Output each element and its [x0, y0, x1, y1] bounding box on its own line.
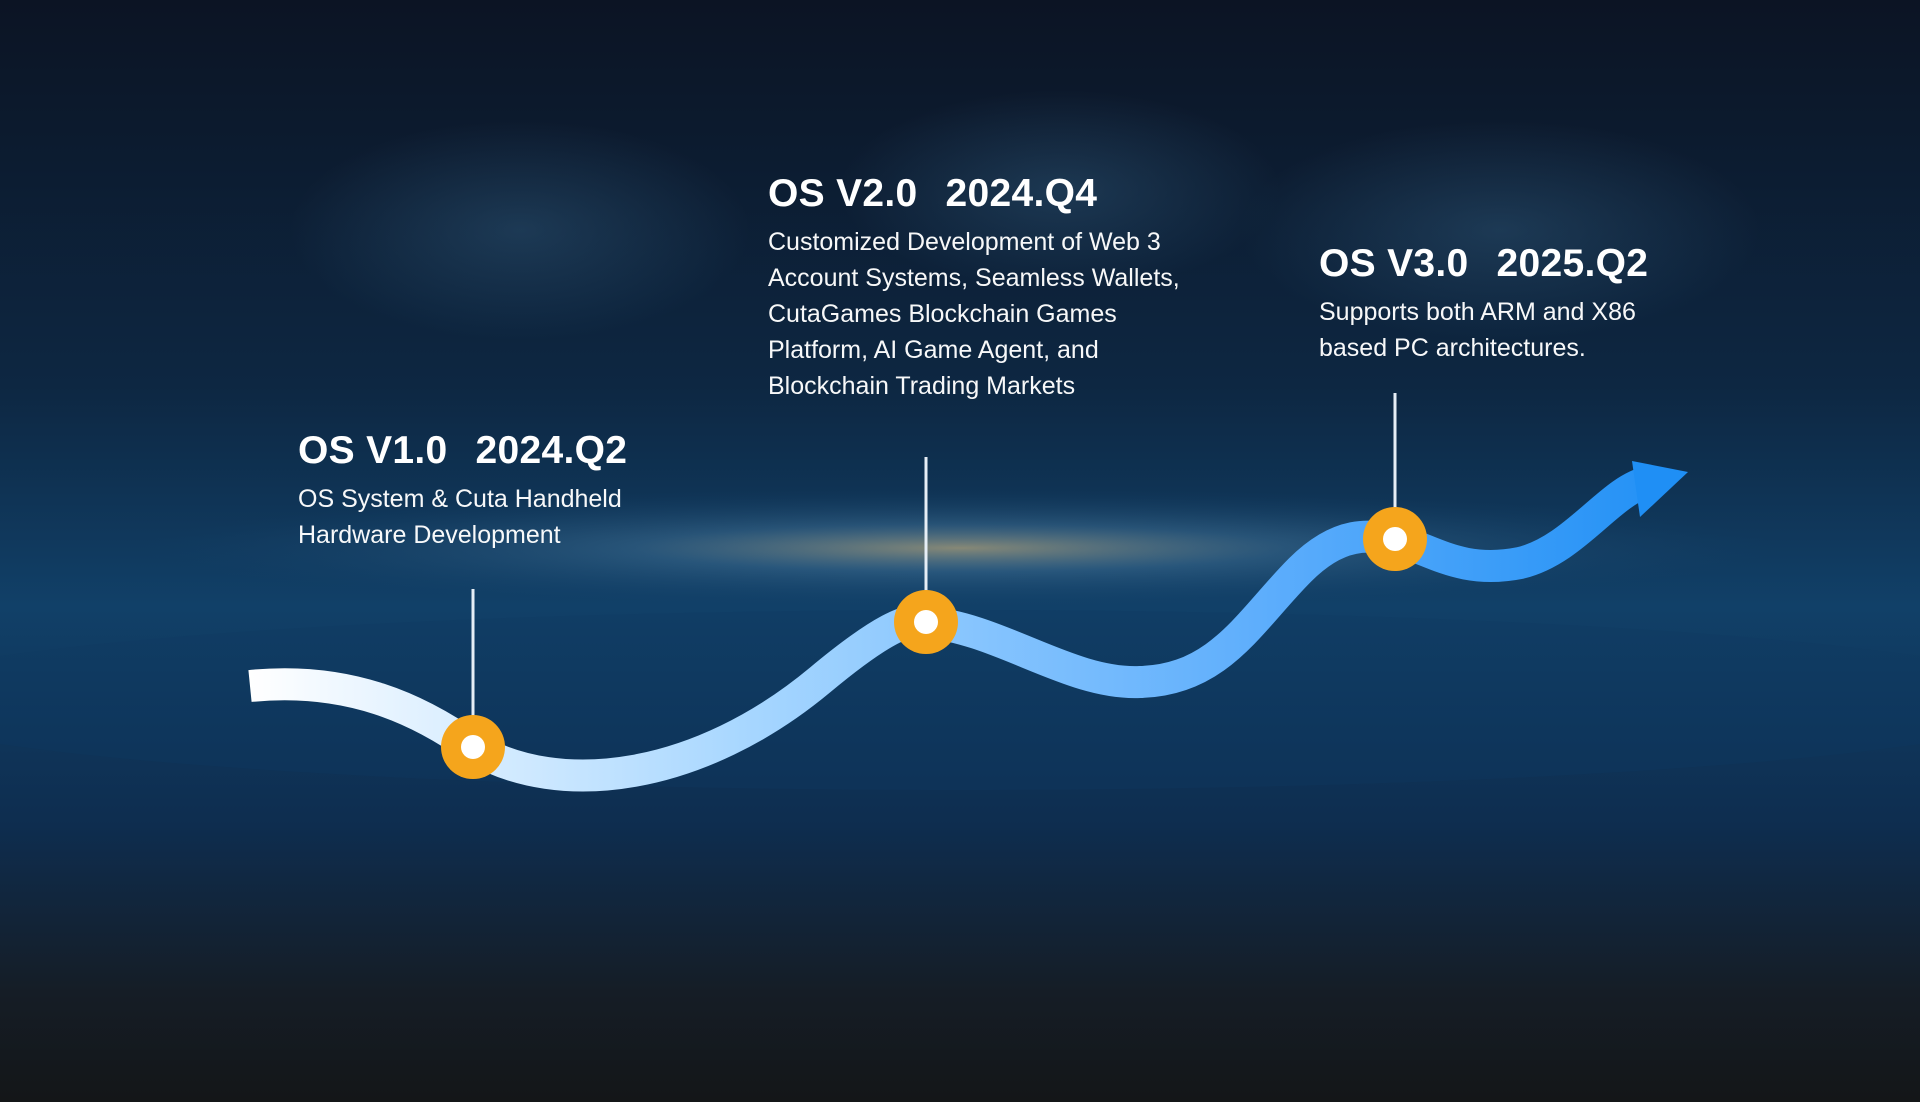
milestone-2: OS V2.0 2024.Q4 Customized Development of …: [768, 172, 1180, 404]
arrow-head-icon: [1632, 461, 1688, 517]
milestone-version: OS V3.0: [1319, 242, 1469, 285]
milestone-description-line: Customized Development of Web 3: [768, 227, 1161, 256]
milestone-description-line: Blockchain Trading Markets: [768, 371, 1076, 400]
milestone-description: OS System & Cuta Handheld Hardware Develo…: [298, 481, 627, 553]
milestone-version: OS V1.0: [298, 429, 448, 472]
milestone-description: Customized Development of Web 3 Account S…: [768, 224, 1180, 404]
milestone-date: 2024.Q4: [945, 172, 1098, 215]
milestone-description-line: Hardware Development: [298, 520, 561, 549]
marker-center-dot: [914, 610, 938, 634]
milestone-description-line: CutaGames Blockchain Games: [768, 299, 1117, 328]
milestone-date: 2024.Q2: [475, 429, 628, 472]
milestone-version: OS V2.0: [768, 172, 918, 215]
milestone-description: Supports both ARM and X86 based PC archit…: [1319, 294, 1648, 366]
milestone-heading: OS V2.0 2024.Q4: [768, 172, 1180, 216]
milestone-description-line: Supports both ARM and X86: [1319, 297, 1636, 326]
milestone-3: OS V3.0 2025.Q2 Supports both ARM and X86 b…: [1319, 242, 1649, 366]
milestone-heading: OS V1.0 2024.Q2: [298, 429, 628, 473]
milestone-date: 2025.Q2: [1496, 242, 1649, 285]
milestone-description-line: Account Systems, Seamless Wallets,: [768, 263, 1180, 292]
marker-center-dot: [1383, 527, 1407, 551]
milestone-description-line: Platform, AI Game Agent, and: [768, 335, 1099, 364]
milestone-heading: OS V3.0 2025.Q2: [1319, 242, 1649, 286]
milestone-description-line: OS System & Cuta Handheld: [298, 484, 622, 513]
milestone-1: OS V1.0 2024.Q2 OS System & Cuta Handheld H…: [298, 429, 628, 553]
timeline-curve: [248, 393, 1688, 792]
milestone-description-line: based PC architectures.: [1319, 333, 1586, 362]
marker-center-dot: [461, 735, 485, 759]
